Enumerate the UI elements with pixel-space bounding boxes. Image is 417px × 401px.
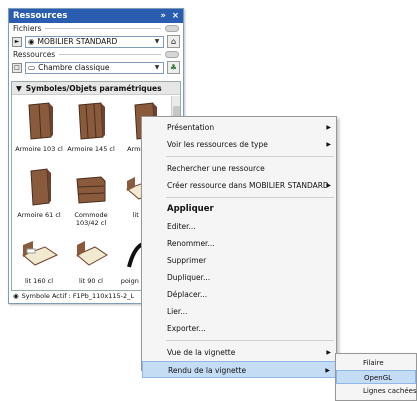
submenu-arrow-icon: ▶ bbox=[326, 349, 331, 356]
menu-item-rechercher[interactable]: Rechercher une ressource bbox=[142, 160, 336, 177]
submenu-item-label: Lignes cachées bbox=[363, 387, 417, 395]
resource-item[interactable]: lit 90 cl bbox=[66, 230, 116, 290]
submenu-item-filaire[interactable]: Filaire bbox=[336, 356, 416, 370]
collapse-icon[interactable]: » bbox=[160, 11, 166, 21]
submenu-item-opengl[interactable]: OpenGL bbox=[336, 370, 416, 384]
symbol-active-icon: ◉ bbox=[13, 291, 19, 300]
menu-item-presentation[interactable]: Présentation ▶ bbox=[142, 119, 336, 136]
file-radio-icon: ◉ bbox=[28, 37, 35, 46]
chevron-down-icon: ▼ bbox=[154, 37, 160, 45]
submenu-arrow-icon: ▶ bbox=[326, 182, 331, 189]
rendu-submenu: Filaire OpenGL Lignes cachées bbox=[335, 353, 417, 401]
folder-icon[interactable]: □ bbox=[12, 62, 22, 73]
menu-item-creer-ressource[interactable]: Créer ressource dans MOBILIER STANDARD ▶ bbox=[142, 177, 336, 194]
fichiers-label: Fichiers bbox=[13, 24, 42, 33]
menu-item-label: Appliquer bbox=[167, 204, 214, 214]
fichiers-dropdown-value: MOBILIER STANDARD bbox=[37, 37, 118, 46]
menu-item-vue-vignette[interactable]: Vue de la vignette ▶ bbox=[142, 344, 336, 361]
resource-item[interactable]: Armoire 103 cl bbox=[14, 98, 64, 162]
armoire-thumb-icon bbox=[30, 168, 51, 206]
menu-item-label: Créer ressource dans MOBILIER STANDARD bbox=[167, 181, 329, 190]
resource-item-label: Armoire 61 cl bbox=[17, 211, 61, 219]
library-header[interactable]: ▼ Symboles/Objets paramétriques bbox=[12, 82, 180, 95]
submenu-arrow-icon: ▶ bbox=[326, 141, 331, 148]
menu-item-lier[interactable]: Lier... bbox=[142, 303, 336, 320]
menu-item-label: Rendu de la vignette bbox=[168, 366, 247, 375]
menu-separator bbox=[166, 156, 334, 157]
submenu-item-label: OpenGL bbox=[364, 374, 393, 382]
library-header-label: Symboles/Objets paramétriques bbox=[25, 83, 162, 93]
palette-title-bar[interactable]: Ressources » × bbox=[9, 9, 183, 23]
ressources-section-header: Ressources bbox=[9, 49, 183, 60]
menu-item-label: Rechercher une ressource bbox=[167, 164, 265, 173]
menu-item-label: Déplacer... bbox=[167, 290, 208, 299]
ressources-dropdown[interactable]: ▭ Chambre classique ▼ bbox=[25, 61, 164, 74]
menu-item-exporter[interactable]: Exporter... bbox=[142, 320, 336, 337]
resource-item[interactable]: Armoire 61 cl bbox=[14, 164, 64, 228]
menu-item-voir-ressources[interactable]: Voir les ressources de type ▶ bbox=[142, 136, 336, 153]
menu-item-label: Exporter... bbox=[167, 324, 206, 333]
ressources-label: Ressources bbox=[13, 50, 56, 59]
submenu-arrow-icon: ▶ bbox=[325, 367, 330, 374]
menu-item-label: Supprimer bbox=[167, 256, 207, 265]
ressources-dropdown-value: Chambre classique bbox=[38, 63, 110, 72]
home-icon[interactable]: ⌂ bbox=[167, 35, 180, 48]
menu-item-dupliquer[interactable]: Dupliquer... bbox=[142, 269, 336, 286]
armoire-thumb-icon bbox=[28, 102, 53, 140]
resource-item[interactable]: lit 160 cl bbox=[14, 230, 64, 290]
menu-item-renommer[interactable]: Renommer... bbox=[142, 235, 336, 252]
resource-item[interactable]: Armoire 145 cl bbox=[66, 98, 116, 162]
resource-item[interactable]: Commode 103/42 cl bbox=[66, 164, 116, 228]
resource-item-label: Armoire 145 cl bbox=[67, 145, 115, 153]
menu-item-deplacer[interactable]: Déplacer... bbox=[142, 286, 336, 303]
menu-item-label: Renommer... bbox=[167, 239, 215, 248]
menu-item-rendu-vignette[interactable]: Rendu de la vignette ▶ bbox=[142, 361, 336, 378]
menu-separator bbox=[166, 197, 334, 198]
fichiers-toggle-icon[interactable] bbox=[165, 25, 179, 32]
menu-item-supprimer[interactable]: Supprimer bbox=[142, 252, 336, 269]
expand-triangle-icon[interactable]: ▼ bbox=[16, 84, 22, 93]
menu-item-label: Voir les ressources de type bbox=[167, 140, 268, 149]
resource-item-label: lit 90 cl bbox=[79, 277, 103, 285]
menu-item-editer[interactable]: Editer... bbox=[142, 218, 336, 235]
menu-separator bbox=[166, 340, 334, 341]
lit-thumb-icon bbox=[76, 241, 108, 266]
resource-browser-icon[interactable]: ♣ bbox=[167, 61, 180, 74]
menu-item-label: Editer... bbox=[167, 222, 196, 231]
fichiers-section-header: Fichiers bbox=[9, 23, 183, 34]
submenu-item-lignes-cachees[interactable]: Lignes cachées bbox=[336, 384, 417, 398]
resource-item-label: Armoire 103 cl bbox=[15, 145, 63, 153]
commode-thumb-icon bbox=[76, 176, 106, 204]
lit-thumb-icon bbox=[22, 241, 59, 266]
chevron-down-icon: ▼ bbox=[154, 63, 160, 71]
menu-item-label: Lier... bbox=[167, 307, 188, 316]
submenu-arrow-icon: ▶ bbox=[326, 124, 331, 131]
close-icon[interactable]: × bbox=[172, 11, 179, 21]
menu-item-label: Vue de la vignette bbox=[167, 348, 236, 357]
folder-small-icon: ▭ bbox=[28, 63, 36, 72]
fichiers-dropdown[interactable]: ◉ MOBILIER STANDARD ▼ bbox=[25, 35, 164, 48]
palette-title: Ressources bbox=[13, 11, 68, 21]
resource-item-label: lit 160 cl bbox=[24, 277, 54, 285]
menu-item-label: Dupliquer... bbox=[167, 273, 211, 282]
armoire-thumb-icon bbox=[78, 102, 105, 140]
menu-item-appliquer[interactable]: Appliquer bbox=[142, 201, 336, 218]
ressources-toggle-icon[interactable] bbox=[165, 51, 179, 58]
submenu-item-label: Filaire bbox=[363, 359, 384, 367]
status-text: Symbole Actif : F1Pb_110x115-2_L bbox=[21, 291, 135, 300]
context-menu: Présentation ▶ Voir les ressources de ty… bbox=[141, 116, 337, 378]
menu-item-label: Présentation bbox=[167, 123, 215, 132]
resource-item-label: Commode 103/42 cl bbox=[74, 211, 108, 227]
file-open-icon[interactable]: ► bbox=[12, 36, 22, 47]
